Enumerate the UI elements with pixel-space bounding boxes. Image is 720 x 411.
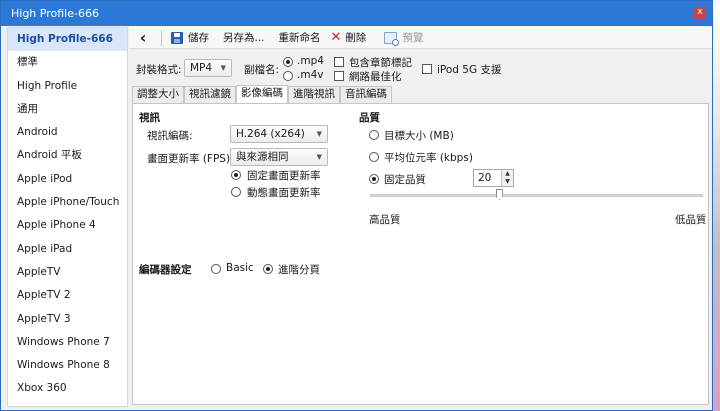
close-button[interactable]: x [694,7,706,19]
basic-radio[interactable] [211,264,221,274]
codec-label: 視訊編碼: [147,130,193,142]
preset-window: High Profile-666 x High Profile-666 標準 Hig… [0,0,713,411]
encoder-settings-label: 編碼器設定 [139,264,192,276]
preset-list-item[interactable]: Windows Phone 7 [8,331,127,354]
save-as-label: 另存為... [223,32,265,44]
preset-list-item[interactable]: AppleTV 2 [8,284,127,307]
tab-2[interactable]: 影像編碼 [236,85,288,103]
ext-mp4-radio[interactable] [283,57,293,67]
preset-list: High Profile-666 標準 High Profile 通用 Android A… [7,27,128,407]
back-button[interactable]: ‹ [129,28,157,48]
ipod5g-checkbox[interactable] [422,64,432,74]
chevron-down-icon: ▼ [316,130,322,138]
preview-button[interactable]: 預覽 [379,28,428,48]
include-chapters-label: 包含章節標記 [349,57,412,69]
spin-down-icon[interactable]: ▼ [502,178,513,186]
codec-value: H.264 (x264) [236,128,305,140]
quality-slider-thumb[interactable] [495,189,503,200]
preset-list-item[interactable]: AppleTV 3 [8,308,127,331]
window-title: High Profile-666 [11,7,99,20]
codec-select[interactable]: H.264 (x264) ▼ [230,125,328,143]
container-label: 封裝格式: [136,64,182,76]
preset-list-item[interactable]: High Profile [8,75,127,98]
toolbar: ‹ 儲存 另存為... 重新命名 ✕ 刪除 預覽 [129,27,712,49]
preset-list-item[interactable]: High Profile-666 [8,28,127,52]
quality-slider-track[interactable] [370,194,703,197]
preset-list-item[interactable]: Apple iPad [8,238,127,261]
preset-list-item[interactable]: Xbox 360 [8,377,127,400]
quality-heading: 品質 [359,112,380,124]
ext-mp4-label: .mp4 [297,55,324,67]
vfr-label: 動態畫面更新率 [247,187,321,199]
tab-1[interactable]: 視訊濾鏡 [184,86,236,103]
title-bar: High Profile-666 x [1,1,712,26]
save-label: 儲存 [188,32,209,44]
chevron-down-icon: ▼ [316,153,322,161]
preset-list-item[interactable]: Apple iPhone/Touch [8,191,127,214]
include-chapters-checkbox[interactable] [334,57,344,67]
save-button[interactable]: 儲存 [166,28,214,48]
web-optimized-checkbox[interactable] [334,71,344,81]
video-encoding-panel: 視訊 視訊編碼: H.264 (x264) ▼ 畫面更新率 (FPS): 與來源… [132,103,709,405]
high-quality-label: 高品質 [369,214,401,226]
fps-select[interactable]: 與來源相同 ▼ [230,148,328,166]
toolbar-separator [161,29,162,46]
preset-list-item[interactable]: 通用 [8,98,127,121]
tab-3[interactable]: 進階視訊 [288,86,340,103]
advanced-tab-radio[interactable] [263,264,273,274]
preset-list-item[interactable]: Apple iPhone 4 [8,214,127,237]
fps-label: 畫面更新率 (FPS): [147,153,234,165]
preset-list-item[interactable]: AppleTV [8,261,127,284]
floppy-disk-icon [171,31,183,44]
cfr-label: 固定畫面更新率 [247,170,321,182]
constant-quality-label: 固定品質 [384,174,426,186]
video-heading: 視訊 [139,112,160,124]
tab-4[interactable]: 音訊編碼 [340,86,392,103]
low-quality-label: 低品質 [675,214,707,226]
web-optimized-label: 網路最佳化 [349,71,402,83]
vfr-radio[interactable] [231,187,241,197]
preset-list-item[interactable]: Android 平板 [8,144,127,167]
rf-spinner[interactable]: 20 ▲ ▼ [473,169,514,187]
cfr-radio[interactable] [231,170,241,180]
spin-up-icon[interactable]: ▲ [502,170,513,178]
target-size-radio[interactable] [369,130,379,140]
target-size-label: 目標大小 (MB) [384,130,454,142]
fps-value: 與來源相同 [236,151,289,163]
tab-0[interactable]: 調整大小 [132,86,184,103]
basic-label: Basic [226,262,254,274]
settings-tabs: 調整大小 視訊濾鏡 影像編碼 進階視訊 音訊編碼 [132,85,392,103]
avg-bitrate-radio[interactable] [369,152,379,162]
ipod5g-label: iPod 5G 支援 [437,64,502,76]
rf-value: 20 [478,172,492,184]
container-select[interactable]: MP4 ▼ [184,59,232,77]
rename-button[interactable]: 重新命名 [274,28,326,48]
ext-m4v-radio[interactable] [283,71,293,81]
save-as-button[interactable]: 另存為... [218,28,270,48]
chevron-down-icon: ▼ [220,64,226,72]
preset-list-item[interactable]: Windows Phone 8 [8,354,127,377]
preset-list-item[interactable]: 標準 [8,51,127,74]
preset-list-item[interactable]: Android [8,121,127,144]
constant-quality-radio[interactable] [369,174,379,184]
ext-m4v-label: .m4v [297,69,324,81]
delete-button[interactable]: ✕ 刪除 [326,28,372,48]
advanced-tab-label: 進階分頁 [278,264,320,276]
rename-label: 重新命名 [278,32,321,44]
preset-editor: ‹ 儲存 另存為... 重新命名 ✕ 刪除 預覽 封裝格式: MP4 ▼ 副檔名… [129,27,712,407]
close-icon: x [697,7,703,17]
extension-label: 副檔名: [244,64,280,76]
chevron-left-icon: ‹ [139,27,147,47]
delete-x-icon: ✕ [330,29,342,45]
container-value: MP4 [190,62,213,74]
preview-icon [384,31,400,46]
desktop-background [712,0,720,411]
preview-label: 預覽 [402,32,424,44]
rf-spinner-buttons[interactable]: ▲ ▼ [501,170,513,186]
avg-bitrate-label: 平均位元率 (kbps) [384,152,473,164]
delete-label: 刪除 [345,32,367,44]
preset-list-item[interactable]: Apple iPod [8,168,127,191]
